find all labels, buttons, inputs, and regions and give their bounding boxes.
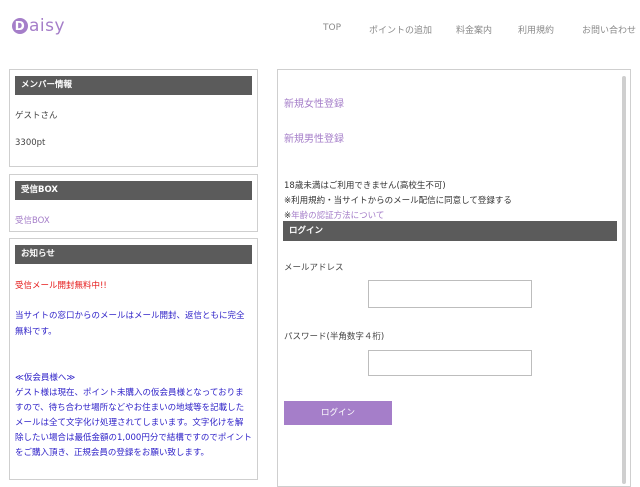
password-input[interactable] — [368, 350, 532, 376]
notice-para2-line1: ゲスト様は現在、ポイント未購入の仮会員様となっておりま — [15, 388, 244, 398]
nav-add-points[interactable]: ポイントの追加 — [369, 23, 432, 36]
age-verify-link[interactable]: 年齢の認証方法について — [291, 211, 384, 221]
nav-pricing[interactable]: 料金案内 — [456, 23, 492, 36]
site-header: Daisy TOP ポイントの追加 料金案内 利用規約 お問い合わせ — [0, 0, 640, 60]
age-verify-line: ※年齢の認証方法について — [284, 209, 384, 221]
member-info-panel: メンバー情報 ゲストさん 3300pt — [9, 69, 258, 167]
member-info-header: メンバー情報 — [15, 76, 252, 95]
login-header: ログイン — [283, 221, 617, 241]
email-label: メールアドレス — [284, 263, 344, 273]
notice-para1-line2: 無料です。 — [15, 327, 57, 337]
age-notice: 18歳未満はご利用できません(高校生不可) — [284, 181, 446, 191]
email-input[interactable] — [368, 280, 532, 308]
register-male-link[interactable]: 新規男性登録 — [284, 130, 344, 145]
member-name: ゲストさん — [15, 111, 58, 121]
register-female-link[interactable]: 新規女性登録 — [284, 95, 344, 110]
notice-header: お知らせ — [15, 245, 252, 264]
login-button[interactable]: ログイン — [284, 401, 392, 425]
member-points: 3300pt — [15, 138, 46, 148]
password-label: パスワード(半角数字４桁) — [284, 332, 385, 342]
nav-top[interactable]: TOP — [323, 23, 341, 33]
terms-notice: ※利用規約・当サイトからのメール配信に同意して登録する — [284, 196, 512, 206]
notice-free-open: 受信メール開封無料中!! — [15, 281, 107, 291]
notice-para1-line1: 当サイトの窓口からのメールはメール開封、返信ともに完全 — [15, 311, 245, 321]
notice-guest-title: ≪仮会員様へ≫ — [15, 373, 76, 383]
main-panel: 新規女性登録 新規男性登録 18歳未満はご利用できません(高校生不可) ※利用規… — [277, 69, 631, 487]
inbox-panel: 受信BOX 受信BOX — [9, 174, 258, 232]
top-nav: TOP ポイントの追加 料金案内 利用規約 お問い合わせ — [0, 23, 640, 37]
nav-terms[interactable]: 利用規約 — [518, 23, 554, 36]
inbox-link[interactable]: 受信BOX — [15, 214, 50, 226]
inbox-header: 受信BOX — [15, 181, 252, 200]
notice-para2-line3: メールは全て文字化け処理されてしまいます。文字化けを解 — [15, 418, 244, 428]
notice-panel: お知らせ 受信メール開封無料中!! 当サイトの窓口からのメールはメール開封、返信… — [9, 238, 258, 480]
main-scrollbar[interactable] — [622, 76, 626, 484]
notice-para2-line4: 除したい場合は最低金額の1,000円分で結構ですのでポイント — [15, 433, 252, 443]
notice-para2-line2: すので、待ち合わせ場所などやお住まいの地域等を記載した — [15, 403, 245, 413]
nav-contact[interactable]: お問い合わせ — [582, 23, 636, 36]
notice-para2-line5: をご購入頂き、正規会員の登録をお願い致します。 — [15, 448, 210, 458]
